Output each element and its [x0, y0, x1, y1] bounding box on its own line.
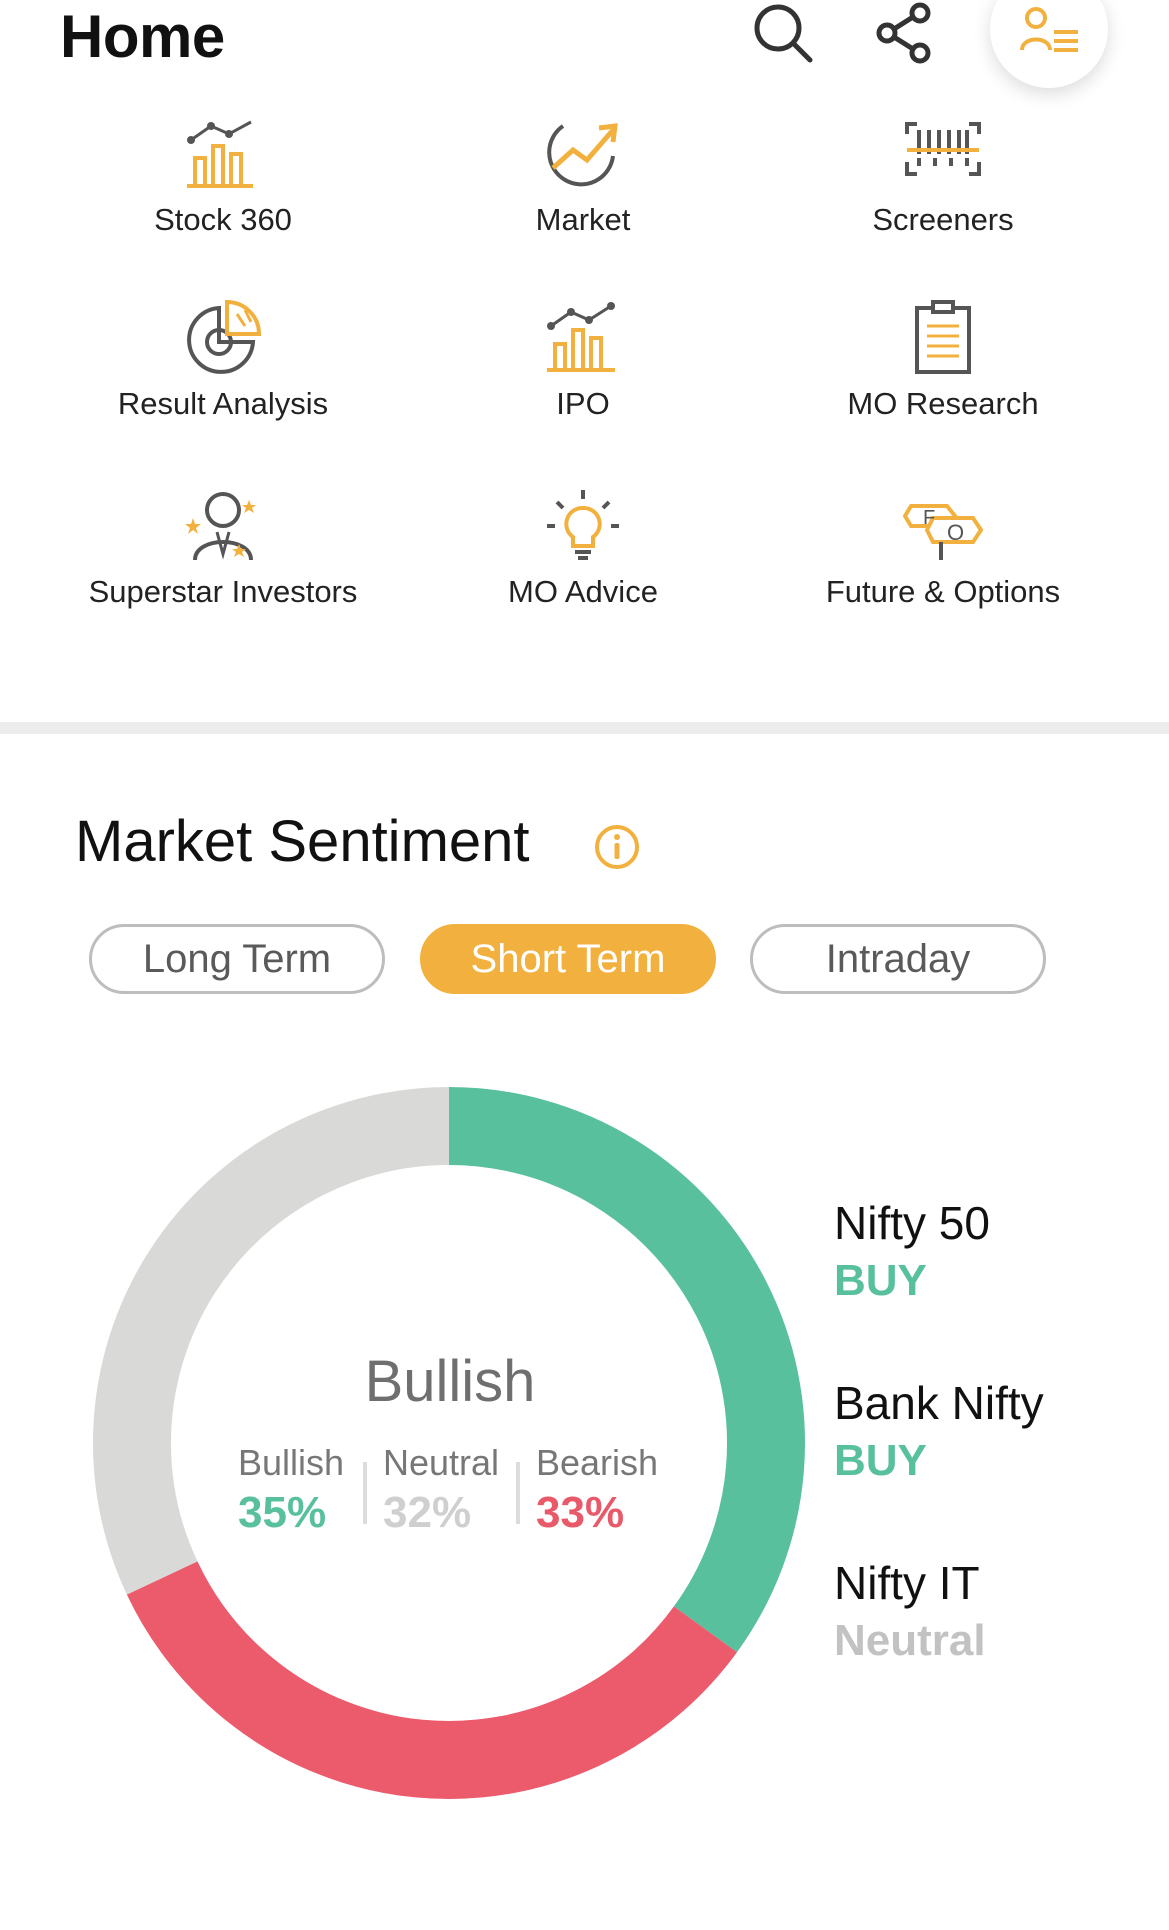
index-bank-nifty[interactable]: Bank Nifty BUY — [834, 1376, 1044, 1486]
stat-label: Bullish — [238, 1442, 345, 1483]
index-signal: BUY — [834, 1256, 927, 1305]
donut-slice-bearish — [126, 1561, 737, 1799]
sentiment-donut-chart — [93, 1087, 805, 1799]
stat-bearish: Bearish 33% — [536, 1442, 658, 1538]
stat-label: Neutral — [383, 1442, 500, 1483]
stat-bullish: Bullish 35% — [238, 1442, 344, 1538]
index-name: Nifty IT — [834, 1557, 980, 1609]
index-signal: Neutral — [834, 1616, 986, 1665]
stat-neutral: Neutral 32% — [383, 1442, 499, 1538]
overall-sentiment-label: Bullish — [364, 1349, 536, 1414]
stat-value: 35% — [238, 1488, 327, 1537]
index-name: Bank Nifty — [834, 1377, 1044, 1429]
stat-value: 32% — [383, 1488, 472, 1537]
stat-label: Bearish — [536, 1442, 659, 1483]
index-signal: BUY — [834, 1436, 927, 1485]
stat-separator — [363, 1462, 367, 1524]
stat-separator — [516, 1462, 520, 1524]
index-nifty-50[interactable]: Nifty 50 BUY — [834, 1196, 990, 1306]
index-nifty-it[interactable]: Nifty IT Neutral — [834, 1556, 986, 1666]
stat-value: 33% — [536, 1488, 625, 1537]
index-name: Nifty 50 — [834, 1197, 990, 1249]
